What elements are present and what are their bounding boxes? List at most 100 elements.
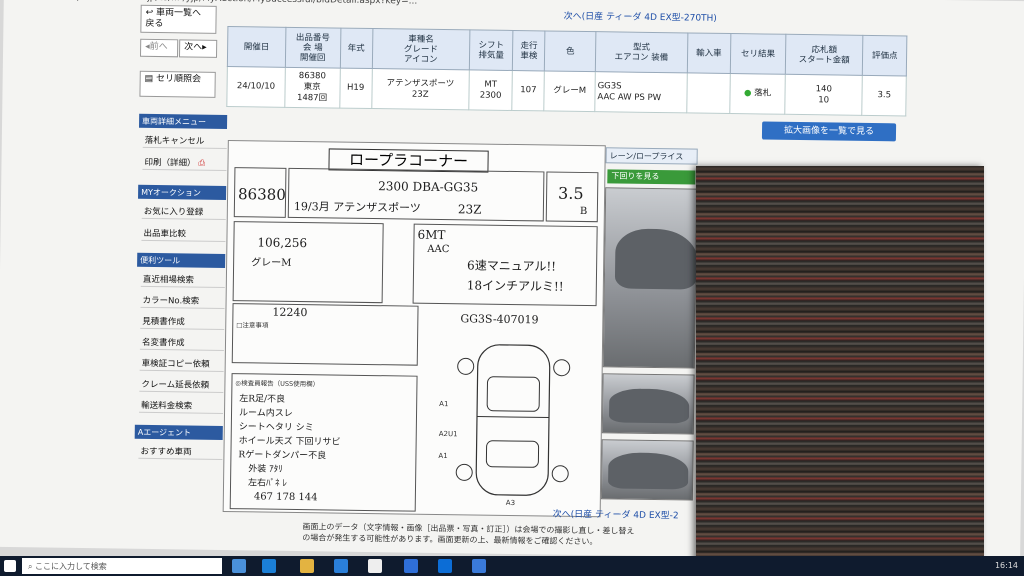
report-line-6: 外装 ｱﾀﾘ [248, 464, 283, 475]
cell-color: グレーM [544, 70, 596, 112]
sheet-score: 3.5 [558, 183, 584, 203]
car-photo-rear[interactable] [600, 439, 694, 501]
svg-text:A3: A3 [506, 499, 515, 507]
view-underside-button[interactable]: 下回りを見る [607, 169, 696, 185]
sheet-dimensions: 467 178 144 [253, 491, 318, 504]
report-line-3: シートヘタリ シミ [238, 422, 314, 434]
sheet-chassis: GG3S-407019 [460, 312, 539, 327]
sheet-lot: 86380 [237, 185, 286, 204]
menu-header: 車両詳細メニュー [139, 113, 228, 130]
col-bid: 応札額 スタート金額 [785, 34, 864, 76]
cell-import [686, 72, 731, 114]
result-dot-icon: ● [743, 88, 752, 99]
inspection-label: ◎検査員報告（USS使用欄） [235, 379, 320, 389]
prev-button[interactable]: ◂前へ [139, 38, 179, 58]
prev-label: 前へ [149, 41, 168, 53]
data-notice: 画面上のデータ（文字情報・画像［出品票・写真・訂正］）は会場での撮影し直し・差し… [302, 522, 635, 547]
windows-start-icon[interactable] [4, 560, 16, 572]
tool-claim-extension[interactable]: クレーム延長依頼 [139, 375, 224, 393]
note-label: □注意事項 [236, 321, 269, 330]
ie-icon[interactable] [404, 559, 418, 573]
car-photo-main[interactable] [602, 187, 698, 369]
menu-item-favorite[interactable]: お気に入り登録 [141, 202, 226, 220]
search-icon: ⌕ [28, 562, 33, 571]
list-icon: ▤ [144, 73, 154, 84]
car-diagram: A1 A2U1 A1 A3 [438, 344, 571, 507]
pdf-icon: ⎙ [198, 158, 206, 169]
tool-market-search[interactable]: 直近相場検索 [140, 270, 226, 288]
tool-shipping-search[interactable]: 輸送料金検索 [139, 396, 224, 414]
col-lot: 出品番号 会 場 開催回 [285, 27, 341, 69]
col-score: 評価点 [862, 35, 907, 76]
agent-recommend[interactable]: おすすめ車両 [138, 442, 223, 460]
next-button[interactable]: 次へ▸ [178, 39, 218, 58]
photo-header: レーン/ロープライス [605, 147, 698, 165]
agent-header: Aエージェント [134, 424, 223, 440]
tools-header: 便利ツール [137, 252, 226, 268]
taskbar-search[interactable]: ⌕ ここに入力して検索 [22, 558, 222, 574]
col-mileage: 走行 車検 [512, 30, 546, 71]
tool-registration-copy[interactable]: 車検証コピー依頼 [139, 354, 224, 372]
col-date: 開催日 [227, 26, 286, 68]
app-icon[interactable] [472, 559, 486, 573]
tool-estimate[interactable]: 見積書作成 [140, 312, 225, 330]
sheet-shift: 6MT [417, 227, 446, 243]
result-label: 落札 [754, 88, 772, 99]
col-type: 型式 エアコン 装備 [595, 31, 688, 73]
menu-item-cancel[interactable]: 落札キャンセル [142, 131, 227, 150]
cell-bid: 140 10 [784, 74, 863, 116]
sheet-note-1: 6速マニュアル!! [467, 258, 557, 274]
cell-date: 24/10/10 [226, 66, 286, 108]
sheet-mileage: 106,256 [257, 235, 308, 251]
print-label: 印刷（詳細） [144, 157, 196, 169]
explorer-icon[interactable] [300, 559, 314, 573]
photo-stage: https://ssl.cu0200.jp/cs/... /yjp/MyAuct… [0, 0, 1024, 576]
notes-box [231, 303, 419, 366]
svg-text:A1: A1 [438, 452, 447, 460]
amazon-icon[interactable] [368, 559, 382, 573]
fabric-object [696, 166, 984, 576]
task-view-icon[interactable] [232, 559, 246, 573]
cell-lot: 86380 東京 1487回 [284, 67, 340, 109]
back-icon: ↩ [145, 7, 154, 18]
auction-order-button[interactable]: ▤ セリ順照会 [139, 70, 216, 98]
report-line-2: ルーム内スレ [238, 408, 293, 419]
cell-result: ● 落札 [729, 73, 786, 115]
svg-text:A1: A1 [439, 400, 448, 408]
next-label: 次へ [184, 42, 203, 53]
next-vehicle-link-bottom[interactable]: 次へ(日産 ティーダ 4D EX型-2 [553, 507, 679, 522]
edge-icon[interactable] [262, 559, 276, 573]
cell-year: H19 [339, 68, 372, 109]
mail-icon[interactable] [334, 559, 348, 573]
my-auction-header: MYオークション [138, 184, 227, 200]
back-to-list-button[interactable]: ↩ 車両一覧へ 戻る [140, 4, 217, 34]
table-row: 24/10/10 86380 東京 1487回 H19 アテンザスポーツ 23Z… [226, 66, 907, 116]
sheet-year-model: 19/3月 アテンザスポーツ [293, 199, 421, 215]
auction-order-label: セリ順照会 [156, 74, 202, 85]
auction-sheet-image[interactable]: ロープラコーナー 86380 2300 DBA-GG35 19/3月 アテンザス… [222, 140, 606, 518]
car-shape [614, 228, 698, 290]
sheet-color: グレーM [251, 257, 292, 269]
menu-item-print[interactable]: 印刷（詳細） ⎙ [142, 153, 227, 172]
enlarge-images-button[interactable]: 拡大画像を一覧で見る [761, 121, 897, 142]
menu-item-compare[interactable]: 出品車比較 [141, 224, 226, 242]
photo-column: レーン/ロープライス 下回りを見る [600, 147, 701, 508]
col-year: 年式 [339, 28, 373, 69]
car-shape [608, 388, 690, 424]
col-color: 色 [544, 30, 596, 72]
car-photo-side[interactable] [601, 373, 695, 435]
sheet-note-2: 18インチアルミ!! [466, 278, 564, 294]
report-line-7: 左右ﾊﾟﾈ ﾚ [247, 478, 287, 489]
taskbar: ⌕ ここに入力して検索 16:14 [0, 556, 1024, 576]
col-model: 車種名 グレード アイコン [371, 28, 470, 70]
taskbar-clock[interactable]: 16:14 [995, 561, 1018, 570]
car-shape [608, 452, 689, 490]
cell-model: アテンザスポーツ 23Z [371, 68, 470, 110]
tool-name-change[interactable]: 名変書作成 [139, 333, 225, 351]
back-to-list-label: 車両一覧へ 戻る [145, 8, 202, 30]
next-vehicle-link[interactable]: 次へ(日産 ティーダ 4D EX型-270TH) [564, 9, 717, 24]
tool-color-search[interactable]: カラーNo.検索 [140, 291, 225, 309]
cell-score: 3.5 [862, 75, 907, 116]
dropbox-icon[interactable] [438, 559, 452, 573]
cell-mileage: 107 [512, 70, 545, 111]
